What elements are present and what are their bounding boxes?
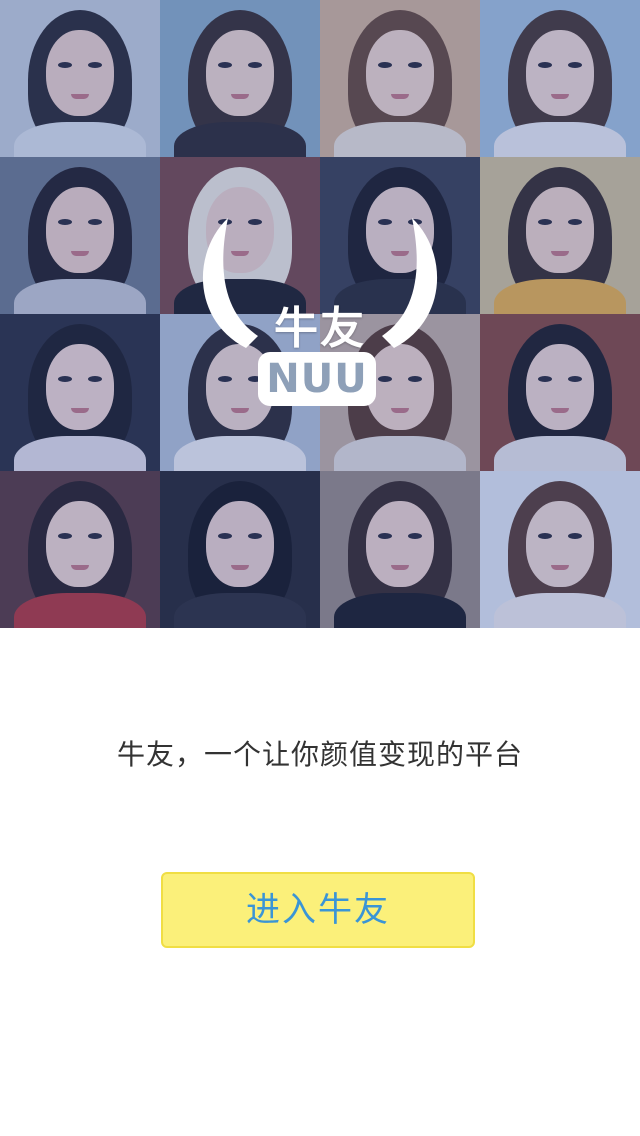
portrait-eye [408,533,422,539]
portrait-eye [378,62,392,68]
portrait-eye [538,62,552,68]
portrait-face [206,30,274,116]
portrait-eye [58,376,72,382]
logo-chinese-name: 牛友 [274,303,366,354]
portrait-shirt [494,122,626,157]
photo-tile [0,0,160,157]
portrait-eye [408,62,422,68]
portrait-mouth [71,251,89,256]
portrait-shirt [14,436,146,471]
portrait-shirt [494,593,626,628]
photo-tile [320,471,480,628]
portrait-shirt [174,593,306,628]
logo-english-badge: NUU [258,352,376,406]
portrait-eye [58,219,72,225]
portrait-face [526,344,594,430]
portrait-eye [568,533,582,539]
photo-tile [0,157,160,314]
portrait-mouth [391,94,409,99]
photo-tile [0,471,160,628]
portrait-mouth [71,565,89,570]
portrait-mouth [551,408,569,413]
portrait-eye [568,62,582,68]
portrait-eye [538,376,552,382]
portrait-face [46,30,114,116]
portrait-shirt [174,122,306,157]
portrait-eye [378,533,392,539]
portrait-shirt [14,279,146,314]
portrait-face [206,501,274,587]
photo-tile [320,0,480,157]
portrait-mouth [391,565,409,570]
portrait-mouth [551,251,569,256]
portrait-eye [218,533,232,539]
portrait-shirt [14,122,146,157]
portrait-face [526,187,594,273]
portrait-shirt [494,436,626,471]
app-logo: 牛友 NUU [188,200,452,420]
photo-tile [160,0,320,157]
portrait-eye [88,62,102,68]
portrait-eye [88,533,102,539]
photo-tile [480,471,640,628]
portrait-shirt [334,436,466,471]
portrait-face [366,501,434,587]
portrait-eye [538,533,552,539]
portrait-eye [568,376,582,382]
portrait-shirt [334,593,466,628]
portrait-face [366,30,434,116]
photo-tile [0,314,160,471]
portrait-mouth [551,565,569,570]
portrait-eye [248,62,262,68]
photo-tile [480,314,640,471]
splash-screen: 牛友 NUU 牛友，一个让你颜值变现的平台 进入牛友 [0,0,640,1136]
portrait-face [46,501,114,587]
portrait-shirt [14,593,146,628]
portrait-eye [538,219,552,225]
portrait-shirt [334,122,466,157]
portrait-shirt [174,436,306,471]
portrait-mouth [231,565,249,570]
enter-app-button[interactable]: 进入牛友 [161,872,475,948]
portrait-face [526,501,594,587]
photo-tile [160,471,320,628]
portrait-face [46,344,114,430]
slogan-text: 牛友，一个让你颜值变现的平台 [116,738,523,771]
portrait-mouth [231,94,249,99]
photo-tile [480,0,640,157]
portrait-shirt [494,279,626,314]
portrait-eye [88,376,102,382]
portrait-eye [58,533,72,539]
portrait-face [46,187,114,273]
portrait-eye [568,219,582,225]
portrait-eye [58,62,72,68]
portrait-mouth [71,408,89,413]
portrait-face [526,30,594,116]
portrait-eye [88,219,102,225]
portrait-mouth [551,94,569,99]
portrait-eye [248,533,262,539]
portrait-eye [218,62,232,68]
photo-tile [480,157,640,314]
portrait-mouth [71,94,89,99]
